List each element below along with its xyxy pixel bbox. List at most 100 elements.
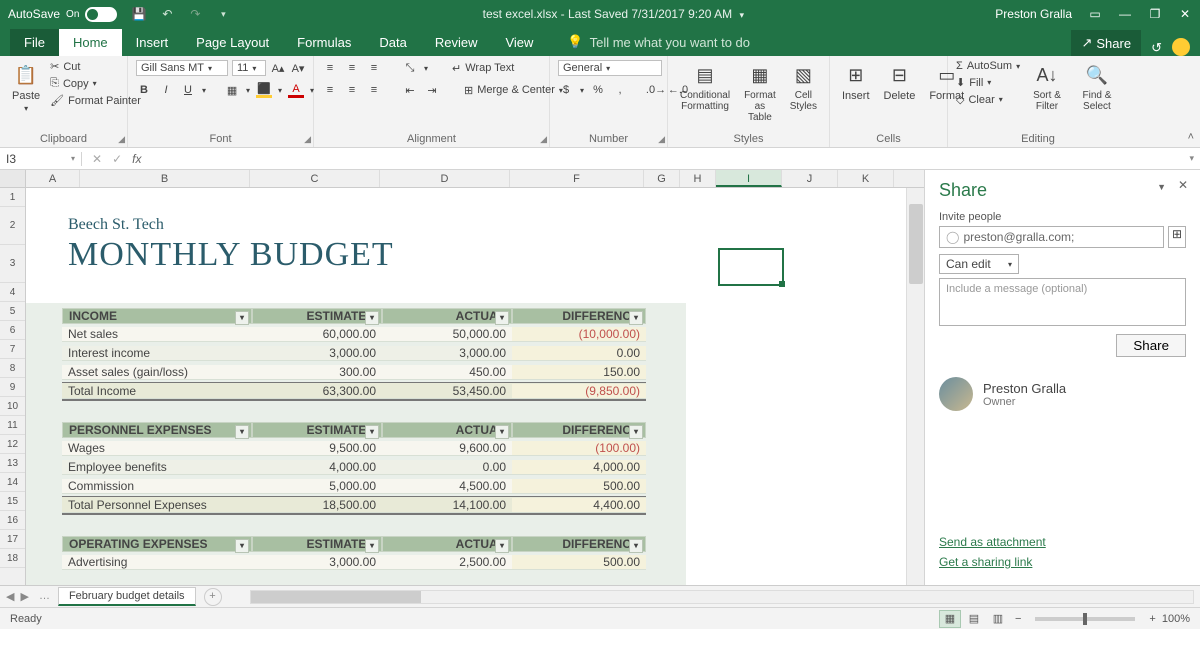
add-sheet-button[interactable]: + bbox=[204, 588, 222, 606]
select-all-corner[interactable] bbox=[0, 170, 26, 187]
comma-icon[interactable]: , bbox=[612, 82, 628, 98]
cell-styles-button[interactable]: ▧Cell Styles bbox=[786, 60, 821, 114]
table-cell[interactable]: Net sales bbox=[62, 327, 252, 342]
table-cell[interactable]: 150.00 bbox=[512, 365, 646, 380]
tell-me-search[interactable]: 💡 Tell me what you want to do bbox=[567, 28, 750, 56]
selected-cell[interactable] bbox=[718, 248, 784, 286]
save-icon[interactable]: 💾 bbox=[131, 6, 147, 22]
table-header[interactable]: DIFFERENCE▾ bbox=[512, 536, 646, 552]
table-total-cell[interactable]: Total Income bbox=[62, 384, 252, 399]
align-middle-icon[interactable]: ≡ bbox=[344, 60, 360, 76]
filter-icon[interactable]: ▾ bbox=[235, 311, 249, 325]
table-cell[interactable]: 3,000.00 bbox=[252, 555, 382, 570]
normal-view-icon[interactable]: ▦ bbox=[939, 610, 961, 628]
table-total-cell[interactable]: 63,300.00 bbox=[252, 384, 382, 399]
wrap-text-button[interactable]: ↵Wrap Text bbox=[452, 62, 514, 75]
expand-formula-icon[interactable]: ▾ bbox=[1183, 153, 1200, 164]
address-book-icon[interactable]: ⊞ bbox=[1168, 226, 1186, 248]
sort-filter-button[interactable]: A↓Sort & Filter bbox=[1026, 60, 1068, 114]
tab-page-layout[interactable]: Page Layout bbox=[182, 29, 283, 56]
italic-button[interactable]: I bbox=[158, 82, 174, 98]
filter-icon[interactable]: ▾ bbox=[629, 539, 643, 553]
row-header-3[interactable]: 3 bbox=[0, 245, 25, 283]
col-header-G[interactable]: G bbox=[644, 170, 680, 187]
row-header-10[interactable]: 10 bbox=[0, 397, 25, 416]
history-icon[interactable]: ↺ bbox=[1151, 40, 1162, 56]
page-break-view-icon[interactable]: ▥ bbox=[987, 610, 1009, 628]
font-name-combo[interactable]: Gill Sans MT▾ bbox=[136, 60, 228, 76]
zoom-slider[interactable] bbox=[1035, 617, 1135, 621]
share-submit-button[interactable]: Share bbox=[1116, 334, 1186, 357]
tab-nav-next-icon[interactable]: ▶ bbox=[20, 590, 28, 603]
table-header[interactable]: ACTUAL▾ bbox=[382, 422, 512, 438]
indent-icon[interactable]: ⇥ bbox=[424, 82, 440, 98]
fx-icon[interactable]: fx bbox=[132, 152, 141, 166]
pane-options-icon[interactable]: ▼ bbox=[1157, 182, 1166, 192]
page-layout-view-icon[interactable]: ▤ bbox=[963, 610, 985, 628]
table-header[interactable]: ESTIMATED▾ bbox=[252, 308, 382, 324]
table-cell[interactable]: 9,500.00 bbox=[252, 441, 382, 456]
filter-icon[interactable]: ▾ bbox=[365, 425, 379, 439]
format-as-table-button[interactable]: ▦Format as Table bbox=[740, 60, 780, 125]
table-header[interactable]: DIFFERENCE▾ bbox=[512, 422, 646, 438]
user-name[interactable]: Preston Gralla bbox=[995, 7, 1072, 21]
col-header-F[interactable]: F bbox=[510, 170, 644, 187]
insert-cells-button[interactable]: ⊞Insert bbox=[838, 60, 874, 104]
table-cell[interactable]: 3,000.00 bbox=[252, 346, 382, 361]
grow-font-icon[interactable]: A▴ bbox=[270, 60, 286, 76]
tab-nav-prev-icon[interactable]: ◀ bbox=[6, 590, 14, 603]
qat-customize-icon[interactable]: ▾ bbox=[215, 6, 231, 22]
tab-view[interactable]: View bbox=[491, 29, 547, 56]
table-header[interactable]: ACTUAL▾ bbox=[382, 308, 512, 324]
increase-decimal-icon[interactable]: .0→ bbox=[648, 82, 664, 98]
filter-icon[interactable]: ▾ bbox=[235, 539, 249, 553]
table-cell[interactable]: 2,500.00 bbox=[382, 555, 512, 570]
row-header-13[interactable]: 13 bbox=[0, 454, 25, 473]
paste-button[interactable]: 📋 Paste ▾ bbox=[8, 60, 44, 115]
table-total-cell[interactable]: Total Personnel Expenses bbox=[62, 498, 252, 513]
accounting-icon[interactable]: $ bbox=[558, 82, 574, 98]
cancel-formula-icon[interactable]: ✕ bbox=[92, 152, 102, 166]
font-size-combo[interactable]: 11▾ bbox=[232, 60, 266, 76]
tab-home[interactable]: Home bbox=[59, 29, 122, 56]
table-total-cell[interactable]: 4,400.00 bbox=[512, 498, 646, 513]
table-total-cell[interactable]: 53,450.00 bbox=[382, 384, 512, 399]
align-left-icon[interactable]: ≡ bbox=[322, 82, 338, 98]
horizontal-scrollbar[interactable] bbox=[250, 590, 1194, 604]
col-header-I[interactable]: I bbox=[716, 170, 782, 187]
percent-icon[interactable]: % bbox=[590, 82, 606, 98]
row-header-5[interactable]: 5 bbox=[0, 302, 25, 321]
col-header-B[interactable]: B bbox=[80, 170, 250, 187]
message-input[interactable]: Include a message (optional) bbox=[939, 278, 1186, 326]
table-cell[interactable]: 450.00 bbox=[382, 365, 512, 380]
pane-close-icon[interactable]: ✕ bbox=[1178, 178, 1188, 192]
table-cell[interactable]: Interest income bbox=[62, 346, 252, 361]
undo-icon[interactable]: ↶ bbox=[159, 6, 175, 22]
permission-select[interactable]: Can edit▾ bbox=[939, 254, 1019, 274]
table-cell[interactable]: Employee benefits bbox=[62, 460, 252, 475]
table-header[interactable]: DIFFERENCE▾ bbox=[512, 308, 646, 324]
bold-button[interactable]: B bbox=[136, 82, 152, 98]
filter-icon[interactable]: ▾ bbox=[629, 425, 643, 439]
row-header-1[interactable]: 1 bbox=[0, 188, 25, 207]
table-cell[interactable]: (10,000.00) bbox=[512, 327, 646, 342]
table-cell[interactable]: 500.00 bbox=[512, 479, 646, 494]
orientation-icon[interactable]: ⤡ bbox=[402, 60, 418, 76]
ribbon-display-icon[interactable]: ▭ bbox=[1088, 7, 1102, 21]
delete-cells-button[interactable]: ⊟Delete bbox=[880, 60, 920, 104]
col-header-H[interactable]: H bbox=[680, 170, 716, 187]
align-top-icon[interactable]: ≡ bbox=[322, 60, 338, 76]
maximize-icon[interactable]: ❐ bbox=[1148, 7, 1162, 21]
col-header-J[interactable]: J bbox=[782, 170, 838, 187]
col-header-C[interactable]: C bbox=[250, 170, 380, 187]
filter-icon[interactable]: ▾ bbox=[365, 311, 379, 325]
send-attachment-link[interactable]: Send as attachment bbox=[939, 535, 1186, 549]
col-header-K[interactable]: K bbox=[838, 170, 894, 187]
row-header-7[interactable]: 7 bbox=[0, 340, 25, 359]
row-header-11[interactable]: 11 bbox=[0, 416, 25, 435]
table-cell[interactable]: 60,000.00 bbox=[252, 327, 382, 342]
tab-data[interactable]: Data bbox=[365, 29, 420, 56]
table-cell[interactable]: (100.00) bbox=[512, 441, 646, 456]
table-header[interactable]: PERSONNEL EXPENSES▾ bbox=[62, 422, 252, 438]
number-format-combo[interactable]: General▾ bbox=[558, 60, 662, 76]
